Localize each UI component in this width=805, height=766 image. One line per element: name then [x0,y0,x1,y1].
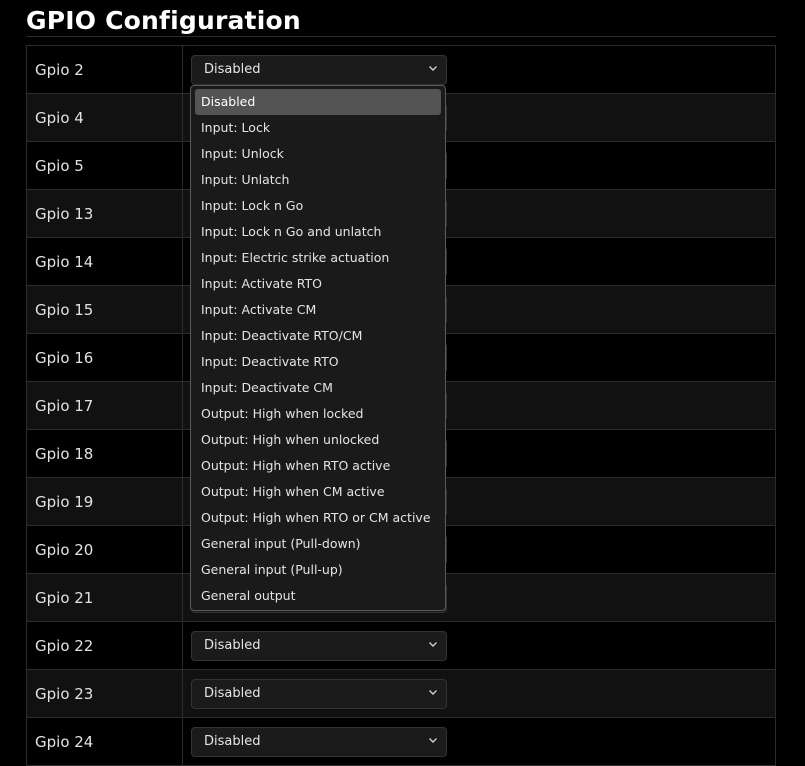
gpio-name-cell: Gpio 22 [26,621,183,670]
dropdown-option[interactable]: Input: Deactivate RTO/CM [195,323,441,349]
gpio-name-cell: Gpio 16 [26,333,183,382]
dropdown-option[interactable]: General output [195,583,441,609]
gpio-label: Gpio 4 [35,109,84,127]
dropdown-option[interactable]: Input: Unlock [195,141,441,167]
gpio-mode-select[interactable]: Disabled [191,630,447,661]
gpio-label: Gpio 15 [35,301,94,319]
dropdown-option[interactable]: Input: Unlatch [195,167,441,193]
gpio-name-cell: Gpio 4 [26,93,183,142]
chevron-down-icon [428,734,438,749]
dropdown-option[interactable]: General input (Pull-up) [195,557,441,583]
gpio-label: Gpio 16 [35,349,94,367]
gpio-mode-select[interactable]: Disabled [191,678,447,709]
gpio-name-cell: Gpio 19 [26,477,183,526]
dropdown-option[interactable]: Input: Activate CM [195,297,441,323]
gpio-mode-value: Disabled [204,734,261,749]
dropdown-option[interactable]: Input: Lock n Go and unlatch [195,219,441,245]
gpio-label: Gpio 13 [35,205,94,223]
gpio-mode-select[interactable]: Disabled [191,54,447,85]
chevron-down-icon [428,686,438,701]
gpio-name-cell: Gpio 20 [26,525,183,574]
page-title: GPIO Configuration [26,6,301,35]
gpio-mode-value: Disabled [204,62,261,77]
chevron-down-icon [428,62,438,77]
gpio-label: Gpio 17 [35,397,94,415]
gpio-mode-cell: Disabled [182,621,776,670]
dropdown-option[interactable]: Output: High when CM active [195,479,441,505]
dropdown-option[interactable]: Input: Electric strike actuation [195,245,441,271]
gpio-label: Gpio 23 [35,685,94,703]
gpio-label: Gpio 18 [35,445,94,463]
gpio-mode-select[interactable]: Disabled [191,726,447,757]
gpio-row: Gpio 22 Disabled [26,621,776,670]
gpio-name-cell: Gpio 15 [26,285,183,334]
chevron-down-icon [428,638,438,653]
dropdown-option[interactable]: Output: High when RTO or CM active [195,505,441,531]
gpio-mode-cell: Disabled [182,717,776,766]
gpio-name-cell: Gpio 2 [26,45,183,94]
dropdown-option[interactable]: Input: Activate RTO [195,271,441,297]
gpio-label: Gpio 14 [35,253,94,271]
gpio-name-cell: Gpio 18 [26,429,183,478]
gpio-name-cell: Gpio 14 [26,237,183,286]
gpio-name-cell: Gpio 23 [26,669,183,718]
gpio-name-cell: Gpio 13 [26,189,183,238]
gpio-label: Gpio 21 [35,589,94,607]
dropdown-option[interactable]: Input: Lock n Go [195,193,441,219]
dropdown-option[interactable]: Input: Lock [195,115,441,141]
dropdown-option[interactable]: General input (Pull-down) [195,531,441,557]
gpio-name-cell: Gpio 21 [26,573,183,622]
gpio-row: Gpio 23 Disabled [26,669,776,718]
gpio-label: Gpio 24 [35,733,94,751]
gpio-row: Gpio 24 Disabled [26,717,776,766]
gpio-mode-value: Disabled [204,686,261,701]
dropdown-option[interactable]: Input: Deactivate RTO [195,349,441,375]
dropdown-option[interactable]: Output: High when RTO active [195,453,441,479]
gpio-label: Gpio 20 [35,541,94,559]
gpio-mode-value: Disabled [204,638,261,653]
gpio-name-cell: Gpio 24 [26,717,183,766]
gpio-label: Gpio 19 [35,493,94,511]
gpio-label: Gpio 22 [35,637,94,655]
gpio-label: Gpio 2 [35,61,84,79]
gpio-mode-cell: Disabled [182,669,776,718]
gpio-name-cell: Gpio 5 [26,141,183,190]
gpio-label: Gpio 5 [35,157,84,175]
dropdown-option[interactable]: Output: High when locked [195,401,441,427]
title-divider [26,36,776,37]
gpio-name-cell: Gpio 17 [26,381,183,430]
dropdown-option[interactable]: Output: High when unlocked [195,427,441,453]
dropdown-option[interactable]: Input: Deactivate CM [195,375,441,401]
dropdown-option[interactable]: Disabled [195,89,441,115]
gpio-2-dropdown-list[interactable]: Disabled Input: Lock Input: Unlock Input: U… [190,85,446,611]
